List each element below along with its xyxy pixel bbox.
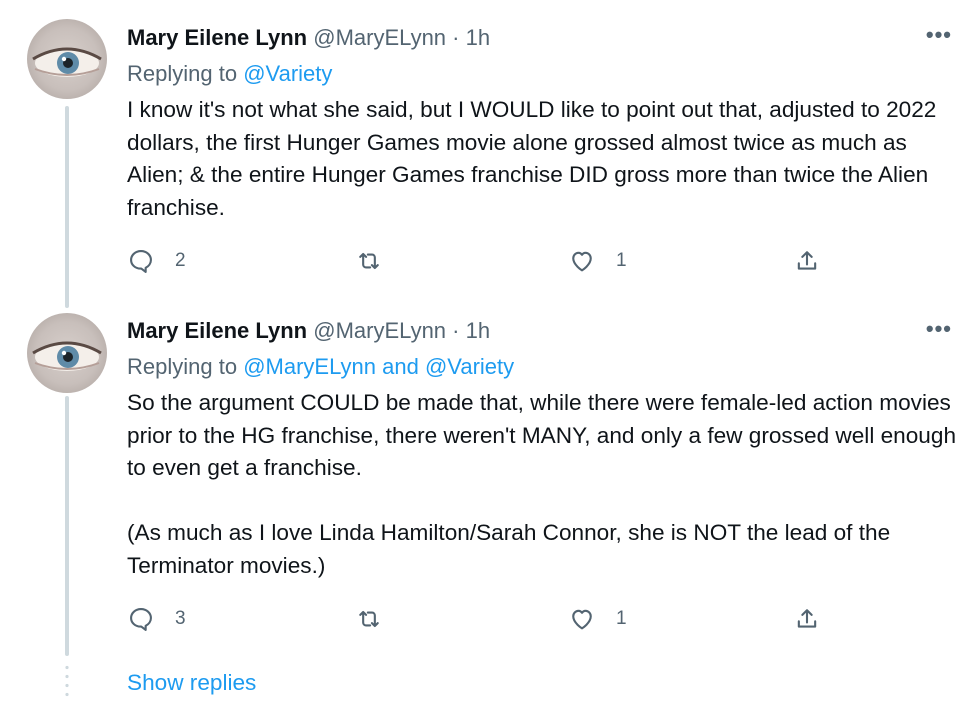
author-name[interactable]: Mary Eilene Lynn [127, 25, 307, 50]
author-handle[interactable]: @MaryELynn [313, 318, 446, 343]
thread-line [65, 106, 69, 308]
timestamp[interactable]: 1h [466, 25, 490, 50]
reply-bubble-icon [130, 250, 152, 273]
more-dots-icon[interactable]: ••• [926, 22, 952, 48]
eye-avatar-image [32, 47, 102, 77]
like-count: 1 [616, 608, 627, 629]
thread-line [65, 396, 69, 656]
tweet-actions: 3 1 [127, 603, 947, 635]
share-icon [797, 609, 817, 628]
separator-dot: · [452, 25, 460, 50]
tweet-paragraph: I know it's not what she said, but I WOU… [127, 97, 937, 220]
tweet-text: I know it's not what she said, but I WOU… [127, 94, 967, 224]
like-button[interactable]: 1 [568, 603, 627, 635]
avatar[interactable] [27, 19, 107, 99]
tweet-text: So the argument COULD be made that, whil… [127, 387, 967, 583]
like-count: 1 [616, 250, 627, 271]
share-button[interactable] [793, 245, 821, 277]
tweet-header: Mary Eilene Lynn @MaryELynn · 1h [127, 24, 490, 52]
mention-link[interactable]: @Variety [243, 61, 332, 86]
tweet[interactable]: Mary Eilene Lynn @MaryELynn · 1h ••• Rep… [0, 300, 980, 656]
reply-bubble-icon [130, 608, 152, 631]
reply-count: 3 [175, 608, 186, 629]
replying-to-label: Replying to [127, 61, 238, 86]
replying-to-label: Replying to [127, 354, 238, 379]
heart-icon [572, 609, 592, 630]
avatar[interactable] [27, 313, 107, 393]
retweet-button[interactable] [355, 603, 403, 635]
eye-avatar-image [32, 341, 102, 371]
tweet[interactable]: Mary Eilene Lynn @MaryELynn · 1h ••• Rep… [0, 0, 980, 308]
tweet-header: Mary Eilene Lynn @MaryELynn · 1h [127, 317, 490, 345]
separator-dot: · [452, 318, 460, 343]
heart-icon [572, 251, 592, 272]
share-button[interactable] [793, 603, 821, 635]
tweet-paragraph: (As much as I love Linda Hamilton/Sarah … [127, 520, 891, 578]
timestamp[interactable]: 1h [466, 318, 490, 343]
retweet-icon [359, 610, 379, 628]
like-button[interactable]: 1 [568, 245, 627, 277]
retweet-button[interactable] [355, 245, 403, 277]
author-name[interactable]: Mary Eilene Lynn [127, 318, 307, 343]
author-handle[interactable]: @MaryELynn [313, 25, 446, 50]
thread-continuation-dots [65, 663, 69, 699]
tweet-paragraph: So the argument COULD be made that, whil… [127, 390, 957, 481]
reply-button[interactable]: 2 [127, 245, 186, 277]
reply-button[interactable]: 3 [127, 603, 186, 635]
tweet-actions: 2 1 [127, 245, 947, 277]
replying-to: Replying to @Variety [127, 60, 332, 88]
mention-link[interactable]: @Variety [425, 354, 514, 379]
mention-link[interactable]: @MaryELynn [243, 354, 376, 379]
show-replies-link[interactable]: Show replies [127, 668, 256, 698]
more-dots-icon[interactable]: ••• [926, 316, 952, 342]
mention-joiner: and [382, 354, 419, 379]
share-icon [797, 251, 817, 270]
reply-count: 2 [175, 250, 186, 271]
replying-to: Replying to @MaryELynn and @Variety [127, 353, 514, 381]
retweet-icon [359, 252, 379, 270]
